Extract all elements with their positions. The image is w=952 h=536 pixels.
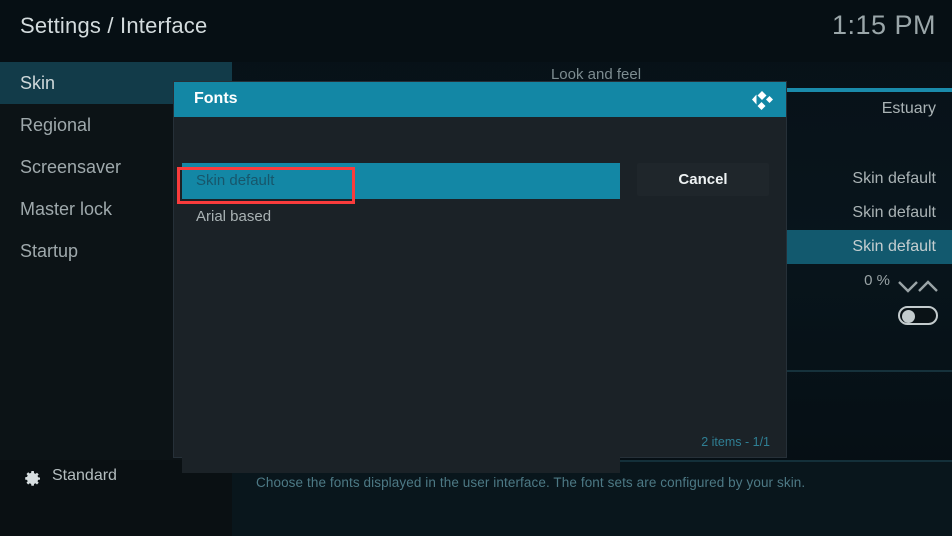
settings-level-label: Standard (52, 467, 117, 484)
fonts-dialog: Fonts Skin default Arial based Cancel 2 … (174, 82, 786, 473)
section-header-label: Look and feel (550, 66, 642, 83)
toggle-knob (902, 310, 915, 323)
setting-toggle-row[interactable] (780, 298, 952, 336)
sidebar-item-label: Screensaver (20, 157, 122, 177)
dialog-body: Skin default Arial based Cancel 2 items … (174, 117, 786, 473)
toggle-switch[interactable] (898, 306, 938, 325)
help-text: Choose the fonts displayed in the user i… (256, 475, 806, 490)
sidebar-item-label: Master lock (20, 199, 113, 219)
setting-value-skin-colours[interactable]: Skin default (780, 196, 952, 230)
zoom-arrows[interactable] (896, 273, 940, 293)
zoom-value: 0 % (864, 272, 890, 289)
window-header: Settings / Interface 1:15 PM (0, 0, 952, 62)
setting-zoom-spinner[interactable]: 0 % (780, 264, 952, 298)
settings-values-column: Estuary Skin default Skin default Skin d… (780, 92, 952, 336)
list-item-label: Skin default (196, 172, 275, 189)
setting-value-skin-theme[interactable]: Skin default (780, 162, 952, 196)
value-label: Estuary (881, 100, 936, 117)
clock: 1:15 PM (831, 10, 936, 40)
value-label: Skin default (852, 170, 936, 187)
dialog-title: Fonts (194, 90, 238, 107)
chevron-up-icon (918, 280, 938, 292)
kodi-settings-screen: Settings / Interface 1:15 PM Look and fe… (0, 0, 952, 536)
kodi-logo (748, 87, 774, 112)
sidebar-item-label: Skin (20, 73, 56, 93)
cancel-button[interactable]: Cancel (637, 163, 769, 196)
setting-value-skin[interactable]: Estuary (780, 92, 952, 126)
list-item-label: Arial based (196, 208, 272, 225)
value-label: Skin default (852, 204, 936, 221)
sidebar-item-label: Startup (20, 241, 79, 261)
font-options-list: Skin default Arial based (182, 163, 620, 473)
list-item-skin-default[interactable]: Skin default (182, 163, 620, 199)
sidebar-item-label: Regional (20, 115, 92, 135)
list-item-arial-based[interactable]: Arial based (182, 199, 620, 235)
chevron-down-icon (898, 281, 918, 293)
gear-icon (22, 469, 42, 489)
value-label: Skin default (852, 238, 936, 255)
dialog-header: Fonts (174, 82, 786, 117)
setting-value-fonts[interactable]: Skin default (780, 230, 952, 264)
item-count-label: 2 items - 1/1 (701, 435, 770, 449)
page-title: Settings / Interface (20, 13, 208, 38)
